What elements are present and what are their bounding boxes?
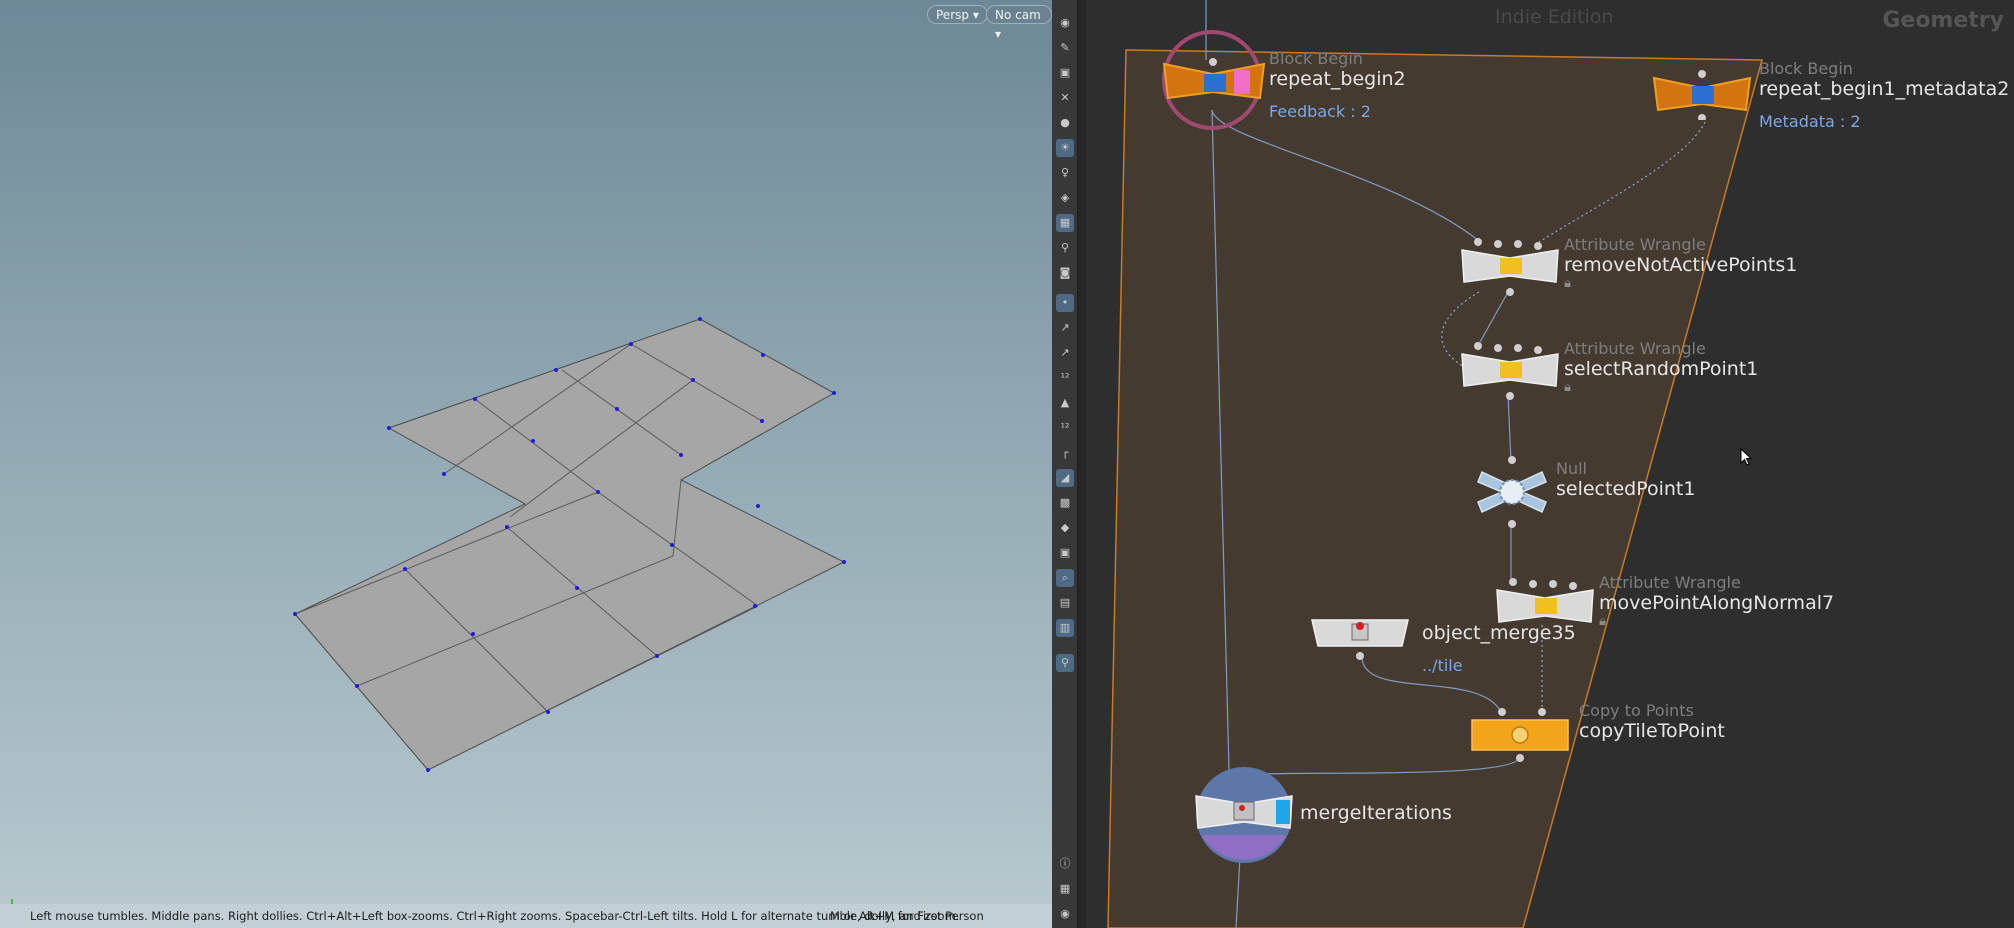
network-editor[interactable]: Indie Edition Geometry Block Begin repea…	[1086, 0, 2014, 928]
shading-icon[interactable]: ◆	[1056, 519, 1074, 537]
status-bar: Left mouse tumbles. Middle pans. Right d…	[0, 904, 1052, 928]
node-name: repeat_begin2	[1269, 68, 1406, 90]
node-label-move-point-along-normal7: Attribute Wrangle movePointAlongNormal7 …	[1599, 573, 1835, 630]
ghost-icon[interactable]: ▥	[1056, 619, 1074, 637]
node-extra-object-merge35: ../tile	[1422, 656, 1463, 675]
node-copy-tile-to-point[interactable]	[1470, 704, 1574, 764]
node-name: mergeIterations	[1300, 802, 1452, 824]
lock-icon[interactable]: ▣	[1056, 64, 1074, 82]
node-label-copy-tile-to-point: Copy to Points copyTileToPoint	[1579, 701, 1725, 743]
checker-icon[interactable]: ▦	[1056, 214, 1074, 232]
brush-icon[interactable]: ✎	[1056, 39, 1074, 57]
status-text-secondary: M or Alt+M for First Person Navigation.	[830, 909, 984, 923]
visibility-icon[interactable]: ◉	[1056, 905, 1074, 923]
node-type: Copy to Points	[1579, 701, 1694, 720]
light-icon[interactable]: ☀	[1056, 139, 1074, 157]
node-select-random-point1[interactable]	[1458, 340, 1562, 400]
node-name: repeat_begin1_metadata2	[1759, 78, 2010, 100]
node-repeat-begin1-metadata2[interactable]	[1650, 68, 1754, 120]
texture-icon[interactable]: ▣	[1056, 544, 1074, 562]
grid-geometry	[11, 317, 846, 913]
node-name: selectedPoint1	[1556, 478, 1696, 500]
node-name: movePointAlongNormal7	[1599, 592, 1835, 614]
lock-icon[interactable]: 🔒︎	[1599, 614, 1834, 629]
lock-icon[interactable]: 🔒︎	[1564, 276, 1797, 291]
point-display-icon[interactable]: •	[1056, 294, 1074, 312]
eye-icon[interactable]: ◉	[1056, 14, 1074, 32]
node-name: object_merge35	[1422, 622, 1576, 644]
view-menu-button[interactable]: Persp ▾	[927, 5, 988, 24]
node-extra: Feedback : 2	[1269, 102, 1371, 121]
node-label-repeat-begin1-metadata2: Block Begin repeat_begin1_metadata2 Meta…	[1759, 59, 2010, 132]
viewport-toolbar: ◉ ✎ ▣ ✕ ● ☀ ♀ ◈ ▦ ⚲ ◙ • ↗ ↗ ¹² ▲ ¹² ┌ ◢ …	[1052, 0, 1078, 928]
status-text: Left mouse tumbles. Middle pans. Right d…	[30, 909, 960, 923]
node-merge-iterations[interactable]	[1192, 786, 1296, 846]
vector-icon[interactable]: ↗	[1056, 344, 1074, 362]
selection-icon[interactable]: ◢	[1056, 469, 1074, 487]
node-type: Block Begin	[1759, 59, 1853, 78]
node-name: removeNotActivePoints1	[1564, 254, 1798, 276]
node-label-select-random-point1: Attribute Wrangle selectRandomPoint1 🔒︎	[1564, 339, 1759, 396]
measure-icon[interactable]: ⚲	[1056, 239, 1074, 257]
snap-icon[interactable]: ⌕	[1056, 569, 1074, 587]
node-selected-point1[interactable]	[1474, 456, 1550, 528]
node-label-merge-iterations: mergeIterations	[1300, 802, 1452, 824]
camera-icon[interactable]: ◙	[1056, 264, 1074, 282]
node-name: copyTileToPoint	[1579, 720, 1725, 742]
lock-icon[interactable]: 🔒︎	[1564, 380, 1758, 395]
display-icon[interactable]: ▤	[1056, 594, 1074, 612]
node-label-repeat-begin2: Block Begin repeat_begin2 Feedback : 2	[1269, 49, 1406, 122]
node-type: Attribute Wrangle	[1564, 235, 1706, 254]
point-number-icon[interactable]: ¹²	[1056, 369, 1074, 387]
node-type: Attribute Wrangle	[1599, 573, 1741, 592]
node-label-remove-not-active-points1: Attribute Wrangle removeNotActivePoints1…	[1564, 235, 1798, 292]
view-label: Persp	[936, 8, 969, 22]
node-name: selectRandomPoint1	[1564, 358, 1759, 380]
sphere-icon[interactable]: ●	[1056, 114, 1074, 132]
node-repeat-begin2[interactable]	[1162, 56, 1266, 104]
node-label-object-merge35: object_merge35	[1422, 622, 1576, 644]
camera-light-icon[interactable]: ◈	[1056, 189, 1074, 207]
x-ray-icon[interactable]: ✕	[1056, 89, 1074, 107]
grid-icon[interactable]: ▩	[1056, 494, 1074, 512]
context-label: Geometry	[1882, 8, 2004, 33]
bulb-icon[interactable]: ♀	[1056, 164, 1074, 182]
layout-icon[interactable]: ▦	[1056, 880, 1074, 898]
node-type: Block Begin	[1269, 49, 1363, 68]
pane-splitter[interactable]	[1078, 0, 1086, 928]
node-type: Null	[1556, 459, 1587, 478]
node-object-merge35[interactable]	[1308, 612, 1412, 664]
brush2-icon[interactable]: ▲	[1056, 394, 1074, 412]
info-icon[interactable]: ⓘ	[1056, 855, 1074, 873]
node-type: Attribute Wrangle	[1564, 339, 1706, 358]
scene-viewport[interactable]: Persp ▾ No cam ▾ Left mouse tumbles. Mid…	[0, 0, 1052, 928]
camera-label: No cam	[995, 8, 1041, 22]
edition-label: Indie Edition	[1495, 6, 1614, 28]
normal-icon[interactable]: ↗	[1056, 319, 1074, 337]
node-remove-not-active-points1[interactable]	[1458, 236, 1562, 296]
pin-icon[interactable]: ⚲	[1056, 654, 1074, 672]
node-label-selected-point1: Null selectedPoint1	[1556, 459, 1696, 501]
corner-icon[interactable]: ┌	[1056, 444, 1074, 462]
stamp-icon[interactable]: ¹²	[1056, 419, 1074, 437]
mouse-cursor-icon	[1740, 448, 1753, 466]
camera-menu-button[interactable]: No cam ▾	[986, 5, 1052, 41]
node-extra: Metadata : 2	[1759, 112, 1861, 131]
